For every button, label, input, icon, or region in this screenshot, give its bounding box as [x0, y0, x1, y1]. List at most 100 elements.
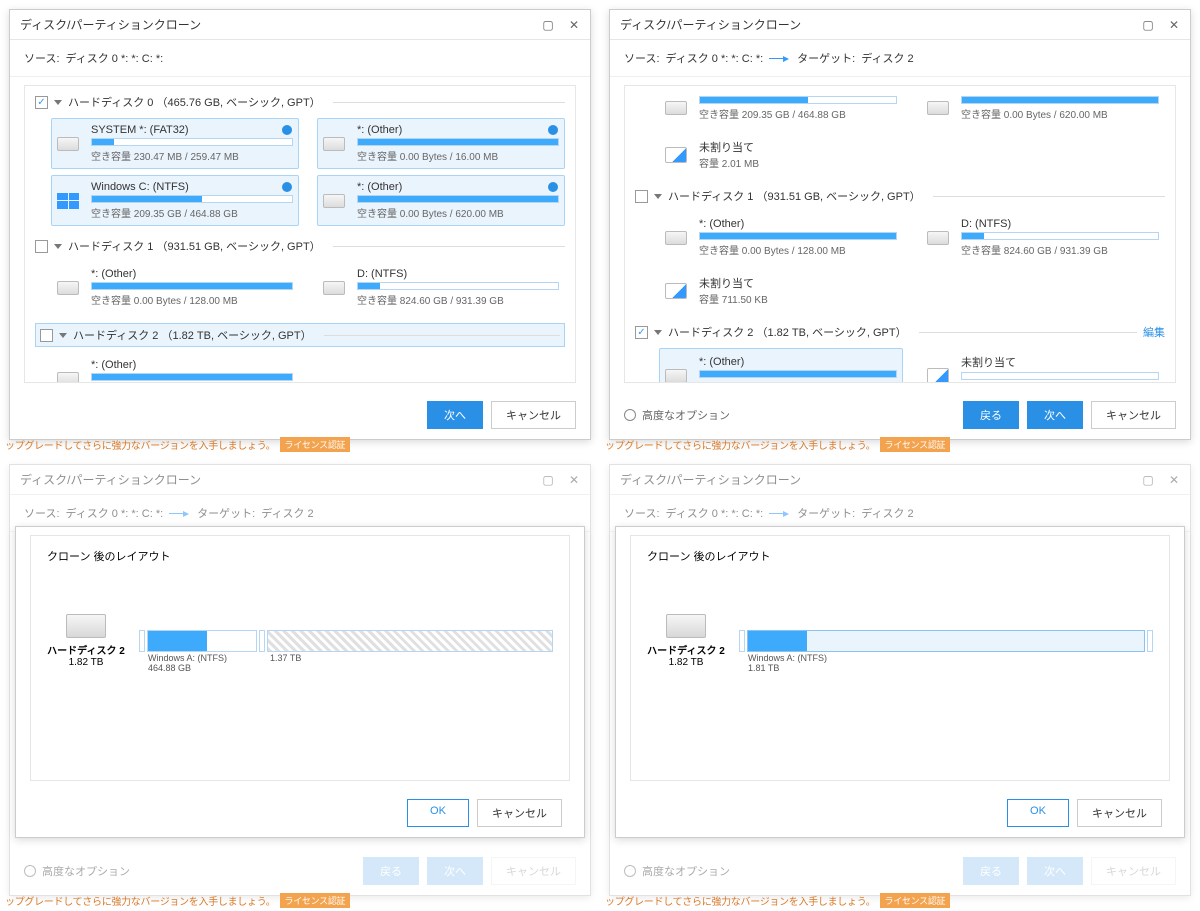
next-button: 次へ [427, 857, 483, 885]
layout-disk: ハードディスク 2 1.82 TB [647, 614, 725, 668]
partition-d1-d[interactable]: D: (NTFS)空き容量 824.60 GB / 931.39 GB [317, 262, 565, 313]
partition-d1-other[interactable]: *: (Other)空き容量 0.00 Bytes / 128.00 MB [51, 262, 299, 313]
disk0-checkbox[interactable] [35, 96, 48, 109]
arrow-icon [769, 58, 783, 59]
dialog-title: ディスク/パーティションクローン [620, 16, 801, 33]
titlebar: ディスク/パーティションクローン ▢ ✕ [10, 10, 590, 40]
gear-icon [624, 865, 636, 877]
disk1-name: ハードディスク 1 （931.51 GB, ベーシック, GPT） [68, 238, 321, 254]
arrow-icon [769, 513, 783, 514]
volume-icon [57, 137, 79, 151]
titlebar: ディスク/パーティションクローン ▢ ✕ [610, 10, 1190, 40]
disk1-header[interactable]: ハードディスク 1 （931.51 GB, ベーシック, GPT） [635, 186, 1165, 206]
layout-subtitle: クローン 後のレイアウト [47, 548, 553, 564]
edit-link[interactable]: 編集 [1143, 324, 1165, 340]
unalloc-icon [927, 368, 949, 384]
volume-icon [665, 101, 687, 115]
volume-icon [57, 281, 79, 295]
upgrade-banner: ップグレードしてさらに強力なバージョンを入手しましょう。ライセンス認証 [601, 891, 1199, 910]
source-value: ディスク 0 *: *: C: *: [66, 50, 164, 66]
layout-seg-a[interactable]: Windows A: (NTFS)464.88 GB [147, 630, 257, 652]
disk2-name: ハードディスク 2 （1.82 TB, ベーシック, GPT） [73, 327, 312, 343]
cancel-button[interactable]: キャンセル [1077, 799, 1162, 827]
partition-d1-d[interactable]: D: (NTFS)空き容量 824.60 GB / 931.39 GB [921, 212, 1165, 263]
dialog-layout: クローン 後のレイアウト ハードディスク 2 1.82 TB Windows A… [615, 526, 1185, 838]
chevron-down-icon[interactable] [654, 330, 662, 335]
next-button: 次へ [1027, 857, 1083, 885]
license-tag[interactable]: ライセンス認証 [880, 437, 951, 452]
ok-button[interactable]: OK [407, 799, 469, 827]
cancel-button[interactable]: キャンセル [1091, 401, 1176, 429]
disk2-checkbox[interactable] [635, 326, 648, 339]
partition-other-1[interactable]: *: (Other)空き容量 0.00 Bytes / 16.00 MB [317, 118, 565, 169]
volume-icon [323, 137, 345, 151]
partition-d1-unalloc[interactable]: 未割り当て容量 711.50 KB [659, 269, 903, 312]
volume-icon [927, 101, 949, 115]
maximize-icon[interactable]: ▢ [542, 18, 554, 32]
cancel-button[interactable]: キャンセル [491, 401, 576, 429]
radio-icon[interactable] [282, 125, 292, 135]
volume-icon [323, 281, 345, 295]
source-label: ソース: [24, 50, 60, 66]
maximize-icon: ▢ [542, 473, 554, 487]
disk2-checkbox[interactable] [40, 329, 53, 342]
next-button[interactable]: 次へ [1027, 401, 1083, 429]
disk-icon [666, 614, 706, 638]
upgrade-banner: ップグレードしてさらに強力なバージョンを入手しましょう。ライセンス認証 [601, 435, 1199, 454]
volume-icon [57, 372, 79, 384]
license-tag[interactable]: ライセンス認証 [280, 893, 351, 908]
disk0-header[interactable]: ハードディスク 0 （465.76 GB, ベーシック, GPT） [35, 92, 565, 112]
disk-icon [66, 614, 106, 638]
radio-icon[interactable] [282, 182, 292, 192]
back-button[interactable]: 戻る [963, 401, 1019, 429]
partition-system[interactable]: SYSTEM *: (FAT32)空き容量 230.47 MB / 259.47… [51, 118, 299, 169]
maximize-icon[interactable]: ▢ [1142, 18, 1154, 32]
dialog-step2: ディスク/パーティションクローン ▢✕ ソース: ディスク 0 *: *: C:… [609, 9, 1191, 440]
disk1-checkbox[interactable] [35, 240, 48, 253]
dialog-layout: クローン 後のレイアウト ハードディスク 2 1.82 TB Windows A… [15, 526, 585, 838]
cancel-button: キャンセル [491, 857, 576, 885]
partition-top-unalloc[interactable]: 未割り当て容量 2.01 MB [659, 133, 903, 176]
partition-d1-other[interactable]: *: (Other)空き容量 0.00 Bytes / 128.00 MB [659, 212, 903, 263]
partition-d2-unalloc[interactable]: 未割り当て容量 1.82 TB [921, 348, 1165, 383]
advanced-options-button[interactable]: 高度なオプション [624, 407, 730, 423]
partition-other-2[interactable]: *: (Other)空き容量 0.00 Bytes / 620.00 MB [317, 175, 565, 226]
unalloc-icon [665, 147, 687, 163]
upgrade-banner: ップグレードしてさらに強力なバージョンを入手しましょう。ライセンス認証 [1, 891, 599, 910]
cancel-button[interactable]: キャンセル [477, 799, 562, 827]
next-button[interactable]: 次へ [427, 401, 483, 429]
disk0-name: ハードディスク 0 （465.76 GB, ベーシック, GPT） [68, 94, 321, 110]
volume-icon [665, 369, 687, 383]
close-icon: ✕ [568, 473, 580, 487]
disk2-header[interactable]: ハードディスク 2 （1.82 TB, ベーシック, GPT） [35, 323, 565, 347]
volume-icon [927, 231, 949, 245]
radio-icon[interactable] [548, 125, 558, 135]
volume-icon [665, 231, 687, 245]
chevron-down-icon[interactable] [54, 100, 62, 105]
back-button: 戻る [363, 857, 419, 885]
layout-disk: ハードディスク 2 1.82 TB [47, 614, 125, 668]
radio-icon[interactable] [548, 182, 558, 192]
disk1-checkbox[interactable] [635, 190, 648, 203]
layout-seg-a[interactable]: Windows A: (NTFS)1.81 TB [747, 630, 1145, 652]
maximize-icon: ▢ [1142, 473, 1154, 487]
partition-d2-other[interactable]: *: (Other)空き容量 0.00 Bytes / 15.98 MB [51, 353, 299, 383]
dialog-title: ディスク/パーティションクローン [20, 16, 201, 33]
license-tag[interactable]: ライセンス認証 [880, 893, 951, 908]
partition-d2-other[interactable]: *: (Other)空き容量 0.00 Bytes / 15.98 MB [659, 348, 903, 383]
license-tag[interactable]: ライセンス認証 [280, 437, 351, 452]
disk1-header[interactable]: ハードディスク 1 （931.51 GB, ベーシック, GPT） [35, 236, 565, 256]
disk2-header[interactable]: ハードディスク 2 （1.82 TB, ベーシック, GPT） 編集 [635, 322, 1165, 342]
chevron-down-icon[interactable] [54, 244, 62, 249]
partition-top-o[interactable]: 空き容量 0.00 Bytes / 620.00 MB [921, 88, 1165, 127]
layout-seg-b[interactable]: 1.37 TB [267, 630, 553, 652]
disk2-name: ハードディスク 2 （1.82 TB, ベーシック, GPT） [668, 324, 907, 340]
partition-windows-c[interactable]: Windows C: (NTFS)空き容量 209.35 GB / 464.88… [51, 175, 299, 226]
partition-top-c[interactable]: 空き容量 209.35 GB / 464.88 GB [659, 88, 903, 127]
chevron-down-icon[interactable] [654, 194, 662, 199]
close-icon[interactable]: ✕ [568, 18, 580, 32]
unalloc-icon [665, 283, 687, 299]
ok-button[interactable]: OK [1007, 799, 1069, 827]
close-icon[interactable]: ✕ [1168, 18, 1180, 32]
chevron-down-icon[interactable] [59, 333, 67, 338]
